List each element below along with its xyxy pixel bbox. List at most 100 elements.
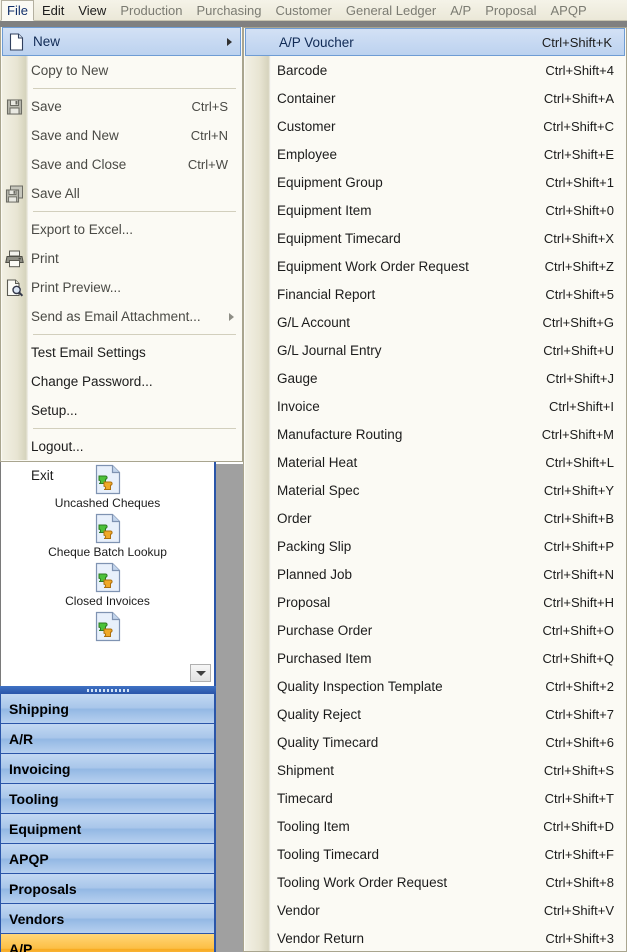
file-menu-item-label: Logout... (31, 439, 84, 454)
nav-item-label[interactable]: Closed Invoices (1, 594, 214, 608)
file-menu-item-new[interactable]: New (2, 27, 241, 56)
new-submenu-item-label: Planned Job (277, 566, 353, 582)
new-submenu-item-shortcut: Ctrl+Shift+X (543, 230, 614, 246)
nav-item-icon[interactable] (1, 562, 214, 593)
navigation-icon-panel[interactable]: Uncashed Cheques Cheque Batch Lookup Close… (0, 462, 216, 686)
module-bar-invoicing[interactable]: Invoicing (0, 754, 216, 784)
new-submenu-item-quality-reject[interactable]: Quality Reject Ctrl+Shift+7 (244, 700, 626, 728)
document-puzzle-icon (95, 611, 121, 642)
menubar-item-file[interactable]: File (1, 0, 34, 21)
new-submenu-item-material-heat[interactable]: Material Heat Ctrl+Shift+L (244, 448, 626, 476)
new-submenu-item-tooling-timecard[interactable]: Tooling Timecard Ctrl+Shift+F (244, 840, 626, 868)
new-submenu-item-gauge[interactable]: Gauge Ctrl+Shift+J (244, 364, 626, 392)
new-submenu-item-shortcut: Ctrl+Shift+L (545, 454, 614, 470)
new-submenu-item-shortcut: Ctrl+Shift+Q (542, 650, 614, 666)
new-submenu-item-packing-slip[interactable]: Packing Slip Ctrl+Shift+P (244, 532, 626, 560)
new-submenu-item-label: Customer (277, 118, 336, 134)
file-menu-item-print: Print (1, 244, 242, 273)
new-submenu-item-purchased-item[interactable]: Purchased Item Ctrl+Shift+Q (244, 644, 626, 672)
module-bar-apqp[interactable]: APQP (0, 844, 216, 874)
new-submenu-item-label: G/L Account (277, 314, 351, 330)
module-bar-list: Shipping A/R Invoicing Tooling Equipment APQP… (0, 694, 216, 952)
module-bar-a-r[interactable]: A/R (0, 724, 216, 754)
nav-item-label[interactable]: Cheque Batch Lookup (1, 545, 214, 559)
menubar-item-view[interactable]: View (72, 0, 112, 21)
new-submenu-item-label: Equipment Group (277, 174, 383, 190)
file-menu-item-label: New (33, 34, 61, 49)
new-submenu-item-shortcut: Ctrl+Shift+S (543, 762, 614, 778)
menubar-item-edit[interactable]: Edit (36, 0, 70, 21)
menubar-item-customer: Customer (275, 2, 332, 18)
new-submenu-item-shipment[interactable]: Shipment Ctrl+Shift+S (244, 756, 626, 784)
new-submenu-item-material-spec[interactable]: Material Spec Ctrl+Shift+Y (244, 476, 626, 504)
new-submenu-item-g-l-journal-entry[interactable]: G/L Journal Entry Ctrl+Shift+U (244, 336, 626, 364)
new-submenu-item-invoice[interactable]: Invoice Ctrl+Shift+I (244, 392, 626, 420)
print-preview-icon (5, 278, 24, 297)
new-submenu-item-barcode[interactable]: Barcode Ctrl+Shift+4 (244, 56, 626, 84)
new-submenu-item-g-l-account[interactable]: G/L Account Ctrl+Shift+G (244, 308, 626, 336)
file-menu-item-test-email-settings[interactable]: Test Email Settings (1, 338, 242, 367)
new-submenu-item-label: G/L Journal Entry (277, 342, 382, 358)
new-submenu-item-customer[interactable]: Customer Ctrl+Shift+C (244, 112, 626, 140)
new-submenu-item-financial-report[interactable]: Financial Report Ctrl+Shift+5 (244, 280, 626, 308)
menubar-item-general-ledger: General Ledger (345, 2, 437, 18)
module-bar-proposals[interactable]: Proposals (0, 874, 216, 904)
new-submenu-item-equipment-item[interactable]: Equipment Item Ctrl+Shift+0 (244, 196, 626, 224)
new-submenu-item-tooling-item[interactable]: Tooling Item Ctrl+Shift+D (244, 812, 626, 840)
new-submenu-item-purchase-order[interactable]: Purchase Order Ctrl+Shift+O (244, 616, 626, 644)
panel-splitter[interactable] (0, 686, 216, 694)
workspace-area (216, 462, 243, 952)
nav-item-icon[interactable] (1, 611, 214, 642)
new-submenu-item-equipment-timecard[interactable]: Equipment Timecard Ctrl+Shift+X (244, 224, 626, 252)
new-submenu-item-equipment-work-order-request[interactable]: Equipment Work Order Request Ctrl+Shift+Z (244, 252, 626, 280)
new-submenu-item-tooling-work-order-request[interactable]: Tooling Work Order Request Ctrl+Shift+8 (244, 868, 626, 896)
new-submenu-item-label: Manufacture Routing (277, 426, 403, 442)
new-submenu-item-shortcut: Ctrl+Shift+6 (545, 734, 614, 750)
menubar-item-production: Production (120, 2, 183, 18)
new-submenu-item-employee[interactable]: Employee Ctrl+Shift+E (244, 140, 626, 168)
file-menu-item-export-to-excel: Export to Excel... (1, 215, 242, 244)
new-submenu-item-order[interactable]: Order Ctrl+Shift+B (244, 504, 626, 532)
new-submenu-item-label: Quality Reject (277, 706, 362, 722)
module-bar-tooling[interactable]: Tooling (0, 784, 216, 814)
file-menu-item-exit[interactable]: Exit (1, 461, 242, 490)
module-bar-equipment[interactable]: Equipment (0, 814, 216, 844)
new-submenu-item-label: Quality Inspection Template (277, 678, 443, 694)
new-submenu-item-quality-timecard[interactable]: Quality Timecard Ctrl+Shift+6 (244, 728, 626, 756)
new-submenu-item-label: Purchase Order (277, 622, 373, 638)
new-submenu-item-shortcut: Ctrl+Shift+Z (544, 258, 614, 274)
new-submenu-item-planned-job[interactable]: Planned Job Ctrl+Shift+N (244, 560, 626, 588)
module-bar-shipping[interactable]: Shipping (0, 694, 216, 724)
file-menu-item-label: Export to Excel... (31, 222, 134, 237)
file-menu-item-change-password[interactable]: Change Password... (1, 367, 242, 396)
file-menu-item-logout[interactable]: Logout... (1, 432, 242, 461)
new-submenu-item-equipment-group[interactable]: Equipment Group Ctrl+Shift+1 (244, 168, 626, 196)
new-submenu-item-label: Material Heat (277, 454, 358, 470)
new-submenu-item-quality-inspection-template[interactable]: Quality Inspection Template Ctrl+Shift+2 (244, 672, 626, 700)
new-submenu-item-shortcut: Ctrl+Shift+E (543, 146, 614, 162)
new-submenu-item-shortcut: Ctrl+Shift+F (544, 846, 614, 862)
module-bar-a-p[interactable]: A/P (0, 934, 216, 952)
new-submenu-item-a-p-voucher[interactable]: A/P Voucher Ctrl+Shift+K (245, 28, 625, 56)
submenu-arrow-icon (227, 37, 232, 46)
nav-item-label[interactable]: Uncashed Cheques (1, 496, 214, 510)
menubar-item-apqp: APQP (550, 2, 587, 18)
new-submenu-item-vendor-return[interactable]: Vendor Return Ctrl+Shift+3 (244, 924, 626, 952)
new-submenu-item-timecard[interactable]: Timecard Ctrl+Shift+T (244, 784, 626, 812)
new-submenu-item-shortcut: Ctrl+Shift+C (543, 118, 614, 134)
file-menu-item-setup[interactable]: Setup... (1, 396, 242, 425)
new-submenu-item-label: Equipment Timecard (277, 230, 401, 246)
menu-separator (33, 211, 236, 212)
new-submenu-item-proposal[interactable]: Proposal Ctrl+Shift+H (244, 588, 626, 616)
file-menu-item-label: Print (31, 251, 59, 266)
new-submenu-item-container[interactable]: Container Ctrl+Shift+A (244, 84, 626, 112)
new-submenu-item-manufacture-routing[interactable]: Manufacture Routing Ctrl+Shift+M (244, 420, 626, 448)
new-submenu-item-label: Tooling Timecard (277, 846, 380, 862)
nav-scroll-down-button[interactable] (190, 664, 211, 682)
file-menu-item-label: Save and Close (31, 157, 127, 172)
chevron-down-icon (195, 670, 206, 676)
module-bar-vendors[interactable]: Vendors (0, 904, 216, 934)
nav-item-icon[interactable] (1, 513, 214, 544)
new-submenu-item-label: Vendor Return (277, 930, 365, 946)
new-submenu-item-vendor[interactable]: Vendor Ctrl+Shift+V (244, 896, 626, 924)
